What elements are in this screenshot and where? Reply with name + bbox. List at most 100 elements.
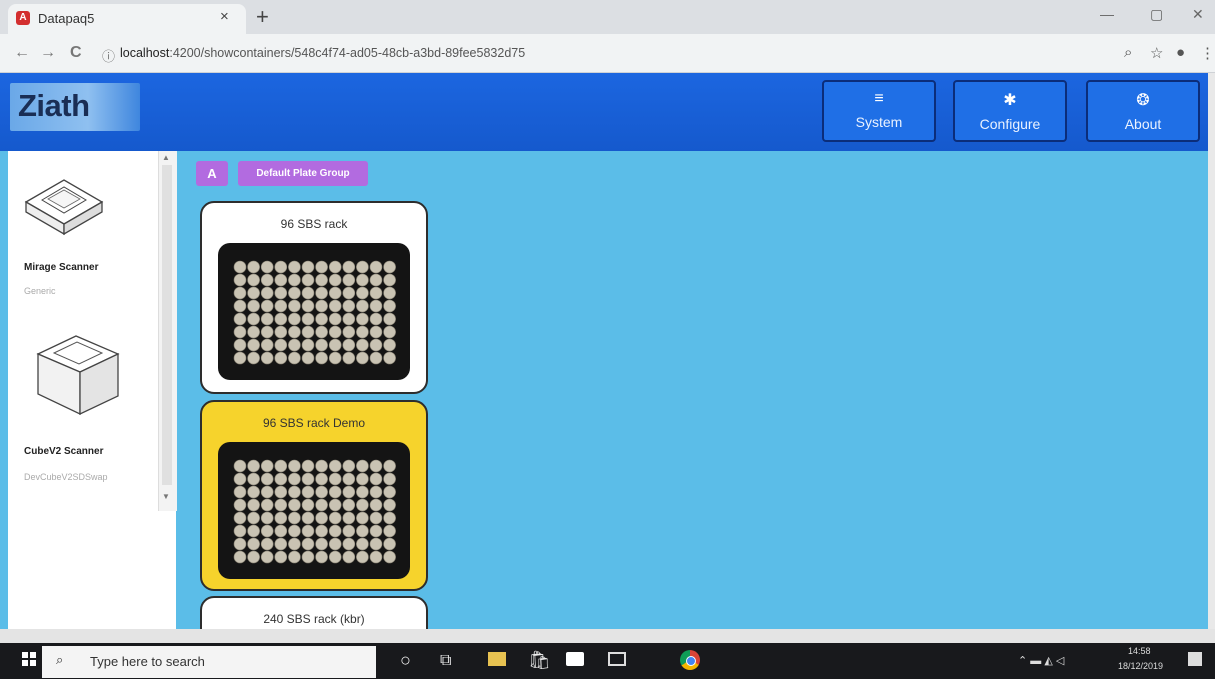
page-horizontal-scrollbar[interactable] [0,629,1215,643]
clock-date[interactable]: 18/12/2019 [1118,661,1163,671]
url-host: localhost [120,46,170,60]
well [233,498,247,512]
cubev2-scanner-icon[interactable] [32,330,124,418]
cortana-icon[interactable]: ○ [400,650,411,671]
well [315,537,328,551]
well [369,550,383,564]
well [315,312,328,326]
zoom-icon[interactable]: ⌕ [1124,44,1132,61]
well [233,325,247,339]
well [288,299,301,313]
app-window-icon[interactable] [608,652,626,666]
well [274,312,288,326]
mirage-scanner-icon[interactable] [22,172,106,236]
url-field[interactable]: localhost:4200/showcontainers/548c4f74-a… [120,46,525,60]
rack-title: 96 SBS rack Demo [262,416,366,430]
well [342,498,356,512]
page-vertical-scrollbar[interactable] [1208,73,1215,629]
windows-start-icon[interactable] [22,652,36,666]
taskbar-search-placeholder: Type here to search [90,654,205,669]
close-window-button[interactable]: ✕ [1192,6,1204,23]
well [369,351,383,365]
file-explorer-icon[interactable] [488,652,506,666]
task-view-icon[interactable]: ⧉ [440,652,451,670]
well [369,338,383,352]
well [260,299,274,313]
well [356,273,369,287]
new-tab-button[interactable]: + [256,4,269,30]
well [288,524,301,538]
well [288,351,301,365]
well [315,459,328,473]
group-letter-badge[interactable]: A [196,161,228,186]
well [260,524,274,538]
well [260,459,274,473]
well [260,485,274,499]
plate-group-button[interactable]: Default Plate Group [238,161,368,186]
well [342,537,356,551]
well [356,299,369,313]
tray-icons[interactable]: ⌃ ▬ ◭ ◁ [1018,654,1064,667]
well [247,550,260,564]
scanner-name[interactable]: CubeV2 Scanner [24,446,103,457]
well [383,472,396,486]
well [383,498,396,512]
well [369,498,383,512]
well [369,286,383,300]
well [315,351,328,365]
browser-menu-icon[interactable]: ⋮ [1200,44,1215,62]
account-icon[interactable]: ● [1176,44,1185,61]
well [247,459,260,473]
tab-title: Datapaq5 [38,11,95,26]
bookmark-star-icon[interactable]: ☆ [1150,44,1163,62]
maximize-button[interactable]: ▢ [1150,6,1163,23]
well [369,325,383,339]
well [247,485,260,499]
reload-button[interactable]: C [70,44,82,62]
tab-close-icon[interactable]: × [220,8,229,25]
well [247,338,260,352]
well [274,260,288,274]
well [247,260,260,274]
well [260,472,274,486]
sidebar-scroll-thumb[interactable] [162,165,172,485]
rack-card-selected[interactable]: 96 SBS rack Demo [200,400,428,591]
well [301,485,315,499]
scroll-up-icon[interactable]: ▲ [162,153,170,162]
configure-button[interactable]: ✱ Configure [953,80,1067,142]
store-icon[interactable]: 🛍 [528,650,551,671]
well [288,459,301,473]
well [342,524,356,538]
well [328,338,342,352]
forward-button[interactable]: → [40,44,56,62]
well [328,299,342,313]
well [233,485,247,499]
well [247,524,260,538]
mail-icon[interactable] [566,652,584,666]
well [247,351,260,365]
scroll-down-icon[interactable]: ▼ [162,492,170,501]
well [260,325,274,339]
scanner-name[interactable]: Mirage Scanner [24,262,98,273]
well [315,472,328,486]
well [342,338,356,352]
notifications-icon[interactable] [1188,652,1202,666]
minimize-button[interactable]: — [1100,6,1114,22]
well [328,260,342,274]
well [274,511,288,525]
well [288,550,301,564]
clock-time[interactable]: 14:58 [1128,646,1151,656]
rack-plate-image [218,243,410,380]
site-info-icon[interactable]: ⓘ [102,46,115,65]
rack-card[interactable]: 96 SBS rack [200,201,428,394]
system-button[interactable]: ≡ System [822,80,936,142]
well [342,299,356,313]
well [328,472,342,486]
configure-button-label: Configure [979,116,1041,132]
back-button[interactable]: ← [14,44,30,62]
system-button-label: System [855,114,903,130]
well [356,260,369,274]
about-button[interactable]: ❂ About [1086,80,1200,142]
well [356,511,369,525]
well [328,511,342,525]
